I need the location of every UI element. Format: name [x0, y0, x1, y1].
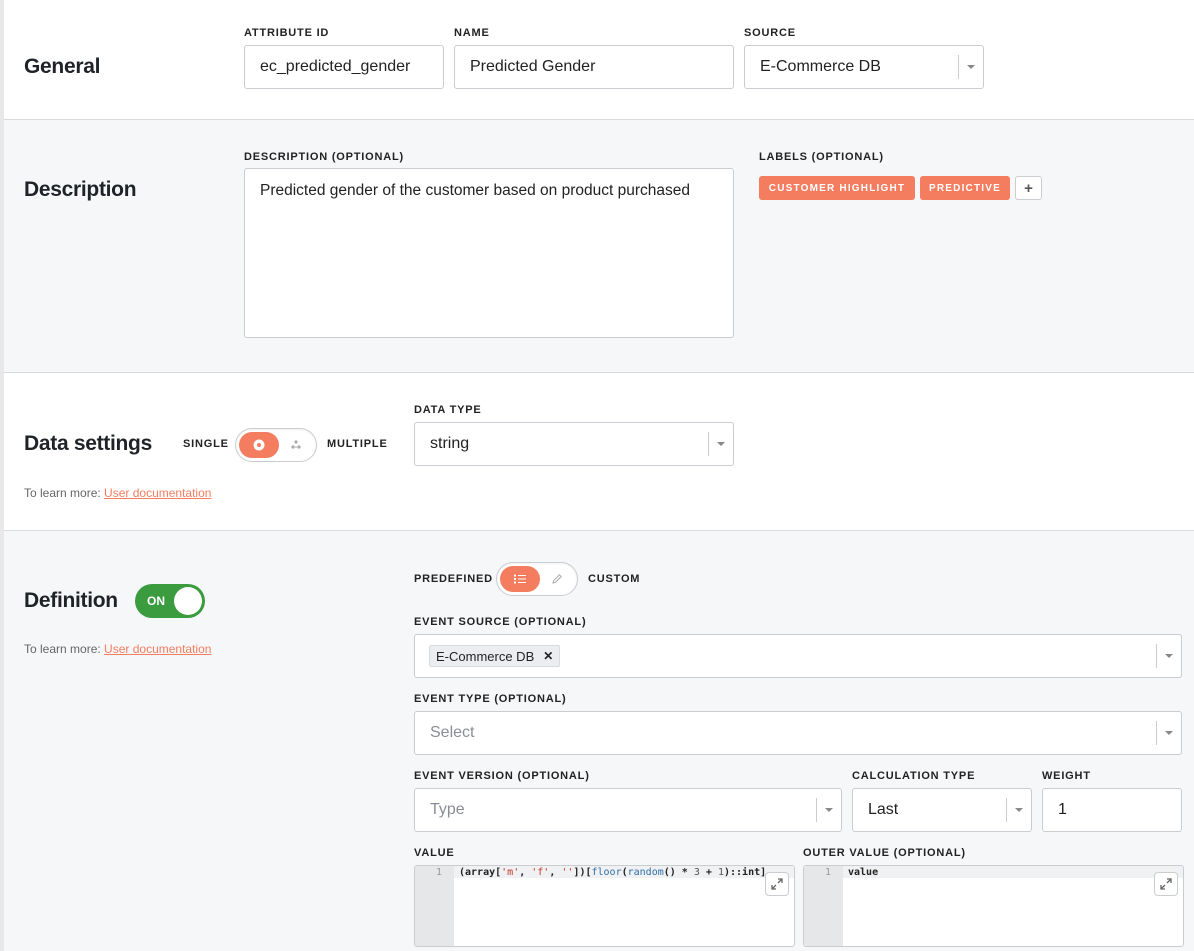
learn-more-prefix: To learn more:: [24, 486, 101, 500]
name-input[interactable]: Predicted Gender: [454, 45, 734, 89]
line-number: 1: [824, 867, 831, 878]
predefined-option[interactable]: [500, 566, 540, 592]
data-type-select[interactable]: string: [414, 422, 734, 466]
data-settings-section: Data settings SINGLE MULTIPLE DATA TYPE …: [4, 372, 1194, 530]
name-value: Predicted Gender: [470, 58, 596, 75]
multiple-option[interactable]: [279, 432, 313, 458]
event-version-label: EVENT VERSION (OPTIONAL): [414, 770, 590, 782]
predefined-label: PREDEFINED: [414, 573, 493, 585]
tag-predictive[interactable]: PREDICTIVE: [920, 176, 1010, 200]
calculation-type-label: CALCULATION TYPE: [852, 770, 976, 782]
data-type-label: DATA TYPE: [414, 404, 482, 416]
weight-input[interactable]: 1: [1042, 788, 1182, 832]
description-textarea[interactable]: Predicted gender of the customer based o…: [244, 168, 734, 338]
custom-label: CUSTOM: [588, 573, 641, 585]
event-type-placeholder: Select: [430, 724, 475, 741]
expand-icon: [1160, 878, 1172, 890]
value-code-text: (array['m', 'f', ''])[floor(random() * 3…: [459, 867, 767, 878]
weight-label: WEIGHT: [1042, 770, 1091, 782]
description-title: Description: [24, 178, 137, 201]
data-settings-title: Data settings: [24, 432, 152, 455]
source-dropdown-toggle[interactable]: [958, 55, 983, 79]
expand-editor-button[interactable]: [1154, 872, 1178, 896]
source-select[interactable]: E-Commerce DB: [744, 45, 984, 89]
event-version-select[interactable]: Type: [414, 788, 842, 832]
attribute-id-input[interactable]: ec_predicted_gender: [244, 45, 444, 89]
predefined-custom-switch[interactable]: [496, 562, 578, 596]
definition-toggle[interactable]: ON: [135, 584, 205, 618]
data-type-value: string: [430, 435, 470, 452]
line-number: 1: [435, 867, 442, 878]
data-settings-learn-more: To learn more: User documentation: [24, 486, 211, 500]
chevron-down-icon: [1165, 731, 1173, 735]
single-dot-icon: [253, 439, 265, 451]
user-documentation-link[interactable]: User documentation: [104, 642, 211, 656]
value-label: VALUE: [414, 847, 455, 859]
expand-editor-button[interactable]: [765, 872, 789, 896]
event-version-placeholder: Type: [430, 801, 465, 818]
event-type-select[interactable]: Select: [414, 711, 1182, 755]
definition-section: Definition ON To learn more: User docume…: [4, 530, 1194, 951]
attribute-id-label: ATTRIBUTE ID: [244, 27, 330, 39]
outer-value-code-editor[interactable]: 1 value: [803, 865, 1184, 947]
event-source-chip: E-Commerce DB ✕: [429, 645, 561, 667]
chevron-down-icon: [717, 442, 725, 446]
line-gutter: [804, 866, 843, 946]
single-label: SINGLE: [183, 438, 229, 450]
chevron-down-icon: [1165, 654, 1173, 658]
calculation-type-dropdown-toggle[interactable]: [1006, 798, 1031, 822]
list-icon: [514, 574, 526, 584]
event-source-select[interactable]: E-Commerce DB ✕: [414, 634, 1182, 678]
description-section: Description DESCRIPTION (OPTIONAL) Predi…: [4, 119, 1194, 372]
event-version-dropdown-toggle[interactable]: [816, 798, 841, 822]
chevron-down-icon: [967, 65, 975, 69]
learn-more-prefix: To learn more:: [24, 642, 101, 656]
name-label: NAME: [454, 27, 490, 39]
toggle-knob: [174, 587, 202, 615]
event-source-label: EVENT SOURCE (OPTIONAL): [414, 616, 587, 628]
chevron-down-icon: [1015, 808, 1023, 812]
source-label: SOURCE: [744, 27, 796, 39]
description-label: DESCRIPTION (OPTIONAL): [244, 151, 404, 163]
attribute-id-value: ec_predicted_gender: [260, 58, 411, 75]
pencil-icon: [552, 574, 562, 584]
multiple-dots-icon: [291, 440, 301, 449]
add-label-button[interactable]: +: [1015, 176, 1042, 200]
event-type-label: EVENT TYPE (OPTIONAL): [414, 693, 567, 705]
outer-value-label: OUTER VALUE (OPTIONAL): [803, 847, 966, 859]
tag-customer-highlight[interactable]: CUSTOMER HIGHLIGHT: [759, 176, 915, 200]
event-type-dropdown-toggle[interactable]: [1156, 721, 1181, 745]
event-source-dropdown-toggle[interactable]: [1156, 644, 1181, 668]
user-documentation-link[interactable]: User documentation: [104, 486, 211, 500]
general-title: General: [24, 55, 101, 78]
source-value: E-Commerce DB: [760, 58, 881, 75]
single-option[interactable]: [239, 432, 279, 458]
outer-value-code-text: value: [848, 867, 879, 878]
custom-option[interactable]: [540, 566, 574, 592]
chevron-down-icon: [825, 808, 833, 812]
definition-title: Definition: [24, 589, 118, 612]
description-value: Predicted gender of the customer based o…: [260, 182, 690, 199]
toggle-on-label: ON: [147, 594, 165, 608]
general-section: General ATTRIBUTE ID ec_predicted_gender…: [4, 0, 1194, 119]
expand-icon: [771, 878, 783, 890]
remove-chip-icon[interactable]: ✕: [543, 649, 553, 663]
definition-learn-more: To learn more: User documentation: [24, 642, 211, 656]
calculation-type-select[interactable]: Last: [852, 788, 1032, 832]
labels-label: LABELS (OPTIONAL): [759, 151, 884, 163]
calculation-type-value: Last: [868, 801, 899, 818]
single-multiple-switch[interactable]: [235, 428, 317, 462]
event-source-chip-label: E-Commerce DB: [436, 648, 535, 664]
weight-value: 1: [1058, 801, 1067, 818]
data-type-dropdown-toggle[interactable]: [708, 432, 733, 456]
line-gutter: [415, 866, 454, 946]
multiple-label: MULTIPLE: [327, 438, 388, 450]
value-code-editor[interactable]: 1 (array['m', 'f', ''])[floor(random() *…: [414, 865, 795, 947]
